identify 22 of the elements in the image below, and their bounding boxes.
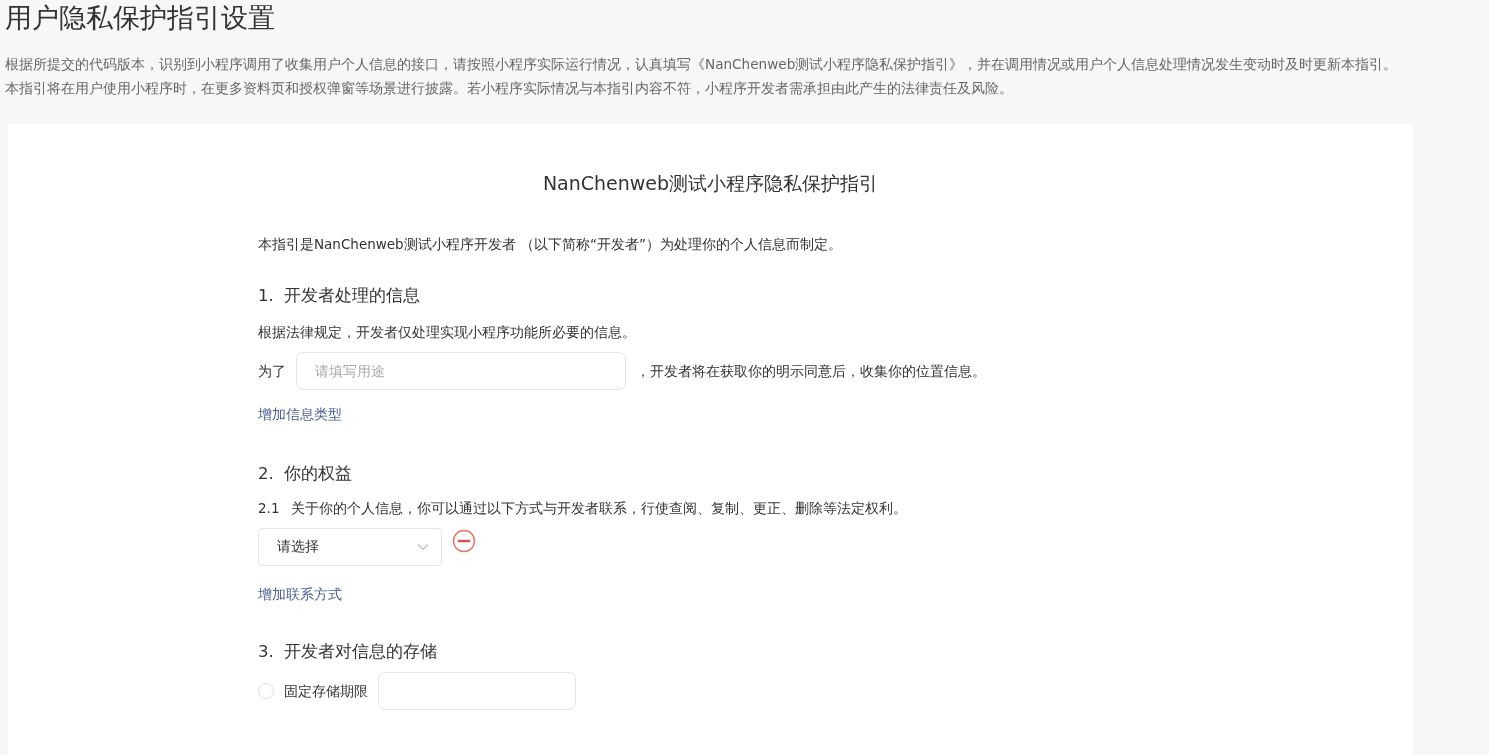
- option-label: 固定存储期限: [284, 682, 368, 701]
- section-heading: 1. 开发者处理的信息: [258, 285, 422, 307]
- contact-select[interactable]: 请选择: [258, 528, 442, 566]
- chevron-down-icon: [417, 543, 429, 551]
- description-text: 根据所提交的代码版本，识别到小程序调用了收集用户个人信息的接口，请按照小程序实际运行情况，认真填写《NanChenweb测试小程序隐私保护指引》，并在调用情况或用户个人信息处理情况发生变动时及时更新本指引。: [5, 55, 1399, 74]
- section-heading: 2. 你的权益: [258, 463, 354, 485]
- page-title: 用户隐私保护指引设置: [5, 1, 276, 35]
- section-heading: 3. 开发者对信息的存储: [258, 641, 439, 663]
- description-text: 本指引将在用户使用小程序时，在更多资料页和授权弹窗等场景进行披露。若小程序实际情况与本指引内容不符，小程序开发者需承担由此产生的法律责任及风险。: [5, 79, 1014, 98]
- remove-icon[interactable]: [452, 529, 476, 553]
- add-contact-link[interactable]: 增加联系方式: [258, 584, 342, 604]
- purpose-prefix: 为了: [258, 362, 286, 381]
- radio-button[interactable]: [258, 683, 274, 699]
- item-text: 关于你的个人信息，你可以通过以下方式与开发者联系，行使查阅、复制、更正、删除等法定权利。: [291, 499, 908, 518]
- purpose-input-field[interactable]: 请填写用途: [296, 352, 626, 390]
- intro-text: 本指引是NanChenweb测试小程序开发者 （以下简称“开发者”）为处理你的个人信息而制定。: [258, 235, 843, 254]
- guide-title: NanChenweb测试小程序隐私保护指引: [541, 171, 880, 196]
- add-info-type-link[interactable]: 增加信息类型: [258, 404, 342, 424]
- purpose-suffix: ，开发者将在获取你的明示同意后，收集你的位置信息。: [636, 362, 986, 381]
- storage-period-field[interactable]: [378, 672, 576, 710]
- section-note: 根据法律规定，开发者仅处理实现小程序功能所必要的信息。: [258, 323, 637, 342]
- item-number: 2.1: [258, 499, 280, 518]
